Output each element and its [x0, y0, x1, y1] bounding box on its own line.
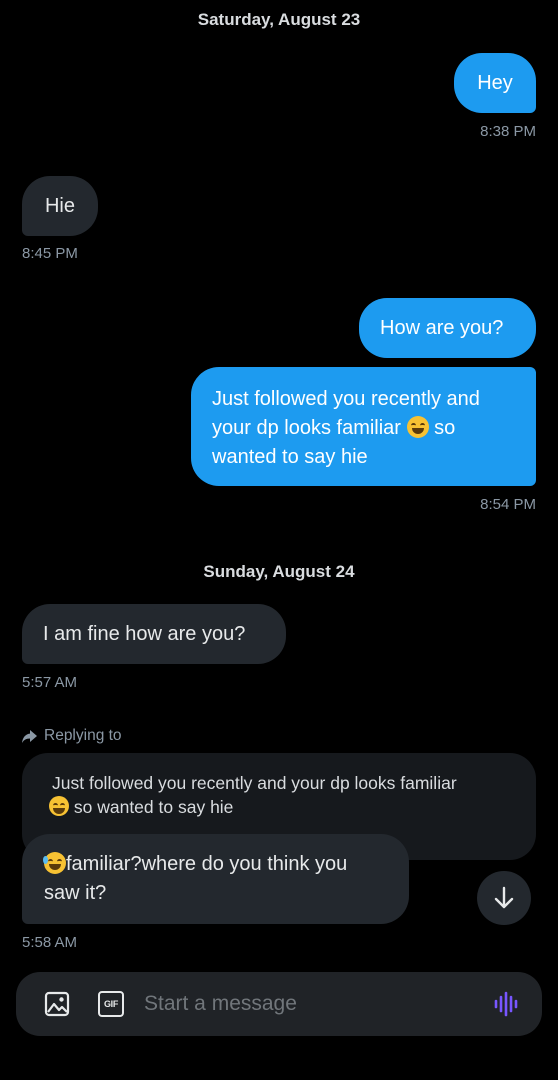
- message-text-line: Just followed you recently and: [212, 388, 480, 410]
- message-bubble-outgoing[interactable]: Just followed you recently and your dp l…: [191, 367, 536, 486]
- message-timestamp: 5:58 AM: [22, 934, 78, 951]
- message-input[interactable]: Start a message: [144, 992, 297, 1016]
- scroll-to-bottom-button[interactable]: [477, 871, 531, 925]
- sweat-smile-emoji-icon: [406, 416, 429, 438]
- message-bubble-outgoing[interactable]: Hey: [454, 53, 536, 113]
- message-text: I am fine how are you?: [43, 623, 246, 645]
- reply-arrow-icon: [22, 729, 37, 743]
- quoted-text-line: so wanted to say hie: [49, 795, 512, 819]
- message-timestamp: 5:57 AM: [22, 674, 78, 691]
- date-separator: Sunday, August 24: [203, 562, 355, 581]
- message-text: so: [434, 417, 456, 439]
- message-text-line: familiar?where do you think you: [43, 850, 388, 879]
- sweat-smile-emoji-icon: [49, 796, 69, 816]
- date-separator: Saturday, August 23: [197, 10, 361, 29]
- message-bubble-incoming[interactable]: Hie: [22, 176, 98, 236]
- message-text-line: saw it?: [44, 882, 107, 904]
- replying-to-text: Replying to: [44, 727, 122, 744]
- gif-icon: GIF: [103, 999, 119, 1009]
- quoted-text-line: Just followed you recently and your dp l…: [52, 773, 457, 793]
- message-text: How are you?: [380, 317, 504, 339]
- message-text-line: your dp looks familiar so: [212, 414, 515, 443]
- message-timestamp: 8:45 PM: [22, 245, 78, 262]
- arrow-down-icon: [494, 886, 514, 909]
- image-upload-button[interactable]: [44, 991, 70, 1022]
- message-timestamp: 8:54 PM: [480, 496, 536, 513]
- voice-message-button[interactable]: [493, 991, 519, 1022]
- image-icon: [44, 991, 70, 1017]
- message-text: Hey: [477, 72, 513, 94]
- message-bubble-outgoing[interactable]: How are you?: [359, 298, 536, 358]
- tears-of-joy-emoji-icon: [43, 852, 66, 874]
- quoted-text: so wanted to say hie: [73, 797, 234, 817]
- message-text: your dp looks familiar: [212, 417, 401, 439]
- gif-button[interactable]: GIF: [98, 991, 124, 1017]
- message-text-line: wanted to say hie: [212, 446, 368, 468]
- voice-icon: [494, 991, 518, 1017]
- message-timestamp: 8:38 PM: [480, 123, 536, 140]
- message-text: Hie: [44, 195, 75, 217]
- replying-to-label: Replying to: [22, 727, 122, 745]
- message-bubble-incoming[interactable]: I am fine how are you?: [22, 604, 286, 664]
- message-text: familiar?where do you think you: [66, 853, 348, 875]
- message-bubble-incoming[interactable]: familiar?where do you think you saw it?: [22, 834, 409, 924]
